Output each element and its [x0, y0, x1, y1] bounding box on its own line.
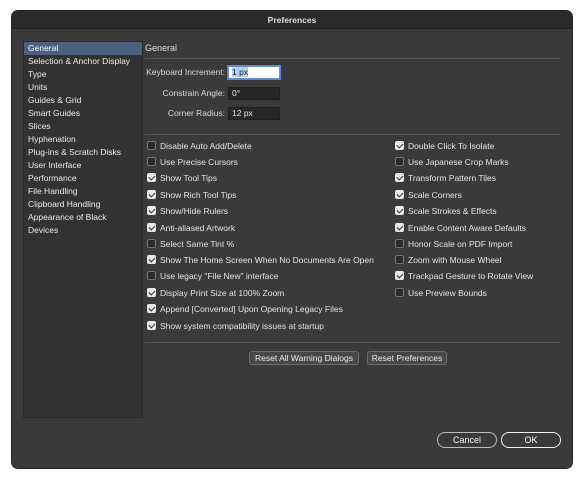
checkbox-icon[interactable] [395, 255, 404, 265]
option-select-same-tint[interactable]: Select Same Tint % [147, 238, 234, 250]
option-use-preview-bounds[interactable]: Use Preview Bounds [395, 287, 487, 299]
keyboard-increment-label: Keyboard Increment: [146, 67, 225, 77]
preferences-window: Preferences General Selection & Anchor D… [12, 11, 572, 468]
checkbox-icon[interactable] [395, 173, 404, 183]
checkbox-icon[interactable] [147, 255, 156, 265]
option-honor-scale-pdf[interactable]: Honor Scale on PDF Import [395, 238, 512, 250]
option-transform-pattern-tiles[interactable]: Transform Pattern Tiles [395, 172, 496, 184]
checkbox-icon[interactable] [147, 157, 156, 167]
option-double-click-isolate[interactable]: Double Click To Isolate [395, 140, 494, 152]
sidebar-item-hyphenation[interactable]: Hyphenation [24, 133, 142, 146]
options-divider [145, 134, 560, 135]
option-zoom-mouse-wheel[interactable]: Zoom with Mouse Wheel [395, 254, 502, 266]
ok-button[interactable]: OK [501, 432, 561, 448]
sidebar-item-general[interactable]: General [24, 42, 142, 55]
checkbox-icon[interactable] [147, 141, 156, 151]
sidebar-item-smart-guides[interactable]: Smart Guides [24, 107, 142, 120]
sidebar-item-user-interface[interactable]: User Interface [24, 159, 142, 172]
option-show-rich-tool-tips[interactable]: Show Rich Tool Tips [147, 189, 236, 201]
checkbox-icon[interactable] [395, 206, 404, 216]
section-divider [145, 58, 560, 59]
sidebar-item-clipboard-handling[interactable]: Clipboard Handling [24, 198, 142, 211]
sidebar-item-devices[interactable]: Devices [24, 224, 142, 237]
checkbox-icon[interactable] [147, 173, 156, 183]
checkbox-icon[interactable] [147, 223, 156, 233]
option-japanese-crop-marks[interactable]: Use Japanese Crop Marks [395, 156, 509, 168]
option-show-compatibility-issues[interactable]: Show system compatibility issues at star… [147, 320, 324, 332]
actions-divider [145, 342, 560, 343]
checkbox-icon[interactable] [395, 271, 404, 281]
checkbox-icon[interactable] [395, 141, 404, 151]
option-show-tool-tips[interactable]: Show Tool Tips [147, 172, 217, 184]
checkbox-icon[interactable] [147, 190, 156, 200]
checkbox-icon[interactable] [147, 288, 156, 298]
constrain-angle-row: Constrain Angle: [145, 87, 225, 100]
option-legacy-file-new[interactable]: Use legacy "File New" interface [147, 270, 278, 282]
option-use-precise-cursors[interactable]: Use Precise Cursors [147, 156, 238, 168]
sidebar-item-file-handling[interactable]: File Handling [24, 185, 142, 198]
checkbox-icon[interactable] [395, 157, 404, 167]
checkbox-icon[interactable] [147, 206, 156, 216]
option-trackpad-rotate[interactable]: Trackpad Gesture to Rotate View [395, 270, 533, 282]
sidebar-item-slices[interactable]: Slices [24, 120, 142, 133]
option-append-converted[interactable]: Append [Converted] Upon Opening Legacy F… [147, 303, 343, 315]
option-scale-strokes-effects[interactable]: Scale Strokes & Effects [395, 205, 497, 217]
keyboard-increment-row: Keyboard Increment: [145, 66, 225, 79]
checkbox-icon[interactable] [395, 223, 404, 233]
constrain-angle-label: Constrain Angle: [162, 88, 225, 98]
checkbox-icon[interactable] [147, 304, 156, 314]
checkbox-icon[interactable] [147, 321, 156, 331]
option-disable-auto-add-delete[interactable]: Disable Auto Add/Delete [147, 140, 252, 152]
corner-radius-input[interactable]: 12 px [228, 107, 280, 120]
reset-warning-dialogs-button[interactable]: Reset All Warning Dialogs [249, 351, 359, 365]
checkbox-icon[interactable] [147, 239, 156, 249]
corner-radius-row: Corner Radius: [145, 107, 225, 120]
option-scale-corners[interactable]: Scale Corners [395, 189, 462, 201]
sidebar-item-guides-grid[interactable]: Guides & Grid [24, 94, 142, 107]
sidebar: General Selection & Anchor Display Type … [23, 41, 143, 418]
sidebar-item-type[interactable]: Type [24, 68, 142, 81]
option-display-print-size[interactable]: Display Print Size at 100% Zoom [147, 287, 284, 299]
corner-radius-label: Corner Radius: [167, 108, 225, 118]
sidebar-item-performance[interactable]: Performance [24, 172, 142, 185]
checkbox-icon[interactable] [147, 271, 156, 281]
option-anti-aliased-artwork[interactable]: Anti-aliased Artwork [147, 222, 235, 234]
window-title: Preferences [12, 11, 572, 29]
checkbox-icon[interactable] [395, 190, 404, 200]
option-content-aware-defaults[interactable]: Enable Content Aware Defaults [395, 222, 526, 234]
checkbox-icon[interactable] [395, 288, 404, 298]
sidebar-item-appearance-of-black[interactable]: Appearance of Black [24, 211, 142, 224]
constrain-angle-input[interactable]: 0° [228, 87, 280, 100]
sidebar-item-units[interactable]: Units [24, 81, 142, 94]
sidebar-item-selection-anchor-display[interactable]: Selection & Anchor Display [24, 55, 142, 68]
keyboard-increment-input[interactable]: 1 px [228, 66, 280, 79]
sidebar-item-plugins-scratch-disks[interactable]: Plug-ins & Scratch Disks [24, 146, 142, 159]
option-show-hide-rulers[interactable]: Show/Hide Rulers [147, 205, 228, 217]
reset-preferences-button[interactable]: Reset Preferences [367, 351, 447, 365]
checkbox-icon[interactable] [395, 239, 404, 249]
cancel-button[interactable]: Cancel [437, 432, 497, 448]
option-show-home-screen[interactable]: Show The Home Screen When No Documents A… [147, 254, 374, 266]
section-title: General [145, 43, 178, 53]
